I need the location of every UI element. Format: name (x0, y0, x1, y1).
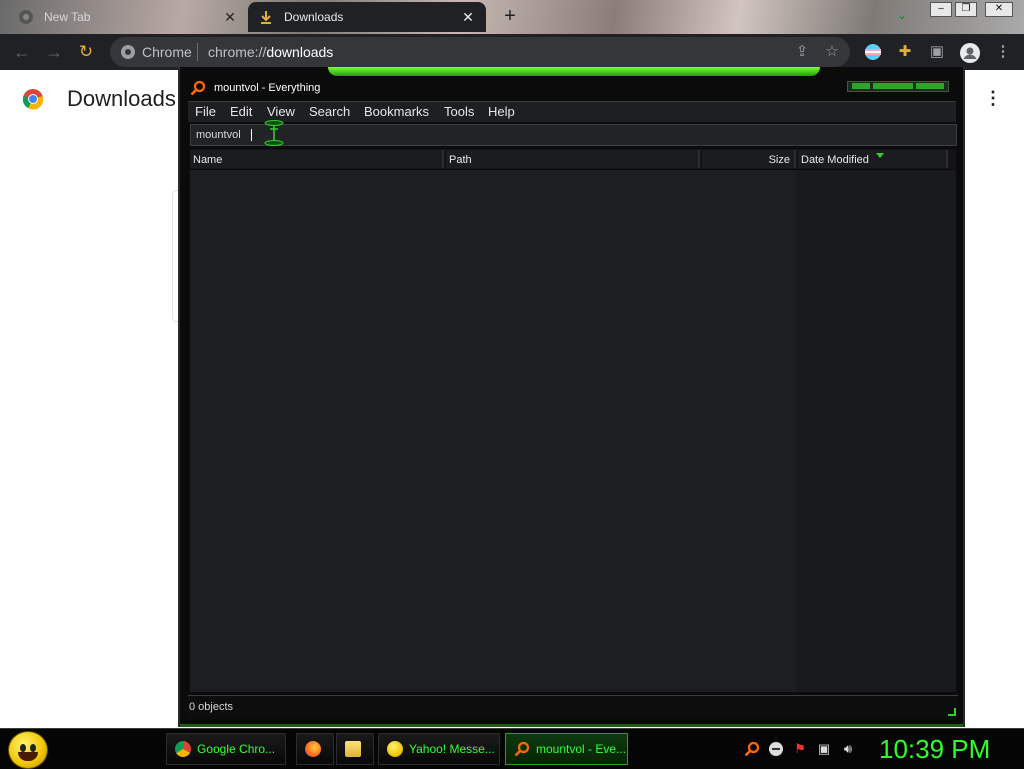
network-icon[interactable]: ▣ (816, 741, 832, 757)
everything-tray-icon[interactable] (744, 741, 760, 757)
bookmark-star-icon[interactable]: ☆ (823, 43, 841, 61)
chrome-icon (175, 741, 191, 757)
chrome-site-icon (120, 44, 136, 60)
chrome-menu-icon[interactable]: ⋮ (994, 43, 1012, 61)
menu-tools[interactable]: Tools (444, 104, 474, 119)
close-window-button[interactable]: ✕ (985, 2, 1013, 17)
column-header-path[interactable]: Path (446, 150, 700, 168)
site-label: Chrome (142, 44, 192, 60)
sort-descending-icon (876, 153, 884, 158)
tab-new-tab[interactable]: New Tab ✕ (8, 2, 248, 32)
taskbar-item-firefox[interactable] (296, 733, 334, 765)
back-arrow-icon[interactable]: ← (12, 42, 32, 62)
taskbar-item-label: mountvol - Eve... (536, 742, 627, 756)
menu-help[interactable]: Help (488, 104, 515, 119)
minimize-button[interactable]: – (930, 2, 952, 17)
window-controls (847, 81, 949, 92)
tab-label: New Tab (44, 10, 91, 24)
reload-icon[interactable]: ↻ (76, 42, 96, 62)
column-header-size[interactable]: Size (702, 150, 796, 168)
new-tab-button[interactable]: + (500, 6, 520, 26)
volume-icon[interactable]: 🔊︎ (840, 741, 856, 757)
tab-label: Downloads (284, 10, 344, 24)
close-tab-icon[interactable]: ✕ (460, 9, 476, 26)
taskbar-item-label: Google Chro... (197, 742, 276, 756)
results-header: Name Path Size Date Modified (190, 149, 956, 169)
extensions-puzzle-icon[interactable]: ✚ (896, 43, 914, 61)
smiley-mouth (18, 752, 38, 761)
smiley-eye (30, 744, 36, 752)
browser-tab-strip: New Tab ✕ Downloads ✕ + ⌄ – ❐ ✕ (0, 0, 1024, 34)
taskbar-item-everything[interactable]: mountvol - Eve... (505, 733, 628, 765)
taskbar-item-folder[interactable] (336, 733, 374, 765)
menu-file[interactable]: File (195, 104, 216, 119)
page-title: Downloads (67, 86, 176, 111)
everything-window: mountvol - Everything File Edit View Sea… (178, 67, 965, 727)
chrome-icon (18, 9, 34, 25)
taskbar-item-chrome[interactable]: Google Chro... (166, 733, 286, 765)
everything-search-icon (190, 80, 206, 96)
tab-search-icon[interactable]: ⌄ (897, 8, 907, 22)
start-button[interactable] (8, 731, 48, 769)
more-options-icon[interactable]: ⋮ (984, 88, 1002, 109)
yahoo-messenger-icon (387, 741, 403, 757)
forward-arrow-icon[interactable]: → (44, 42, 64, 62)
messenger-tray-icon[interactable] (768, 741, 784, 757)
taskbar-item-label: Yahoo! Messe... (409, 742, 495, 756)
close-button[interactable] (916, 83, 944, 89)
taskbar: Google Chro... Yahoo! Messe... mountvol … (0, 728, 1024, 769)
search-input[interactable]: mountvol (190, 120, 957, 146)
clock[interactable]: 10:39 PM (879, 734, 990, 765)
minimize-button[interactable] (852, 83, 870, 89)
address-bar[interactable]: Chrome chrome://downloads ⇪ ☆ (110, 37, 850, 67)
menu-view[interactable]: View (267, 104, 295, 119)
resize-grip-icon[interactable] (948, 708, 956, 716)
side-panel-icon[interactable]: ▣ (928, 43, 946, 61)
firefox-icon (305, 741, 321, 757)
taskbar-item-yahoo-messenger[interactable]: Yahoo! Messe... (378, 733, 500, 765)
chrome-logo-icon (22, 88, 44, 110)
menu-bar: File Edit View Search Bookmarks Tools He… (188, 101, 956, 122)
divider (197, 43, 198, 61)
menu-edit[interactable]: Edit (230, 104, 252, 119)
text-cursor-icon (263, 120, 285, 146)
text-caret (251, 129, 252, 141)
tab-downloads[interactable]: Downloads ✕ (248, 2, 486, 32)
profile-flag-icon[interactable] (864, 43, 882, 61)
status-text: 0 objects (189, 701, 234, 713)
window-title: mountvol - Everything (214, 82, 321, 94)
browser-toolbar: ← → ↻ Chrome chrome://downloads ⇪ ☆ ✚ ▣ … (0, 34, 1024, 70)
url-text: chrome://downloads (208, 44, 334, 60)
column-header-date-modified[interactable]: Date Modified (798, 150, 948, 168)
window-bottom-glow (180, 724, 963, 727)
maximize-button[interactable] (873, 83, 913, 89)
profile-avatar-icon[interactable] (960, 43, 980, 63)
maximize-button[interactable]: ❐ (955, 2, 977, 17)
smiley-eye (20, 744, 26, 752)
action-center-flag-icon[interactable]: ⚑ (792, 741, 808, 757)
close-tab-icon[interactable]: ✕ (222, 9, 238, 26)
everything-search-icon (514, 741, 530, 757)
date-column-area (796, 170, 956, 692)
share-icon[interactable]: ⇪ (793, 43, 811, 61)
column-header-name[interactable]: Name (190, 150, 444, 168)
status-bar: 0 objects (188, 695, 958, 718)
menu-bookmarks[interactable]: Bookmarks (364, 104, 429, 119)
folder-icon (345, 741, 361, 757)
search-input-value: mountvol (196, 129, 241, 141)
window-glow (328, 67, 820, 76)
download-icon (258, 9, 274, 25)
results-list[interactable] (190, 170, 956, 692)
menu-search[interactable]: Search (309, 104, 350, 119)
